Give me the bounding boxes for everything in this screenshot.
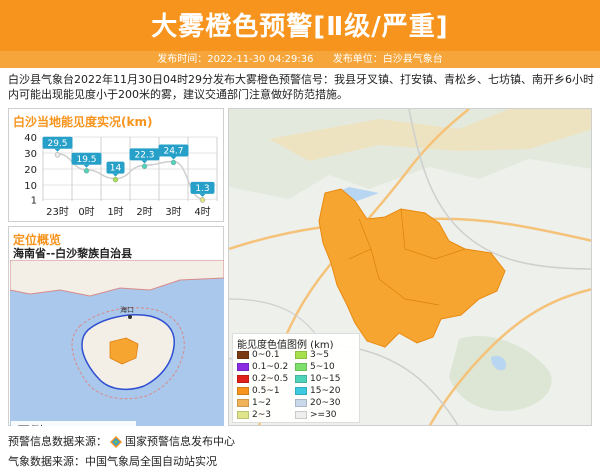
data-point (141, 163, 148, 170)
y-tick-label: 40 (24, 133, 37, 144)
haikou-marker-icon (128, 315, 132, 319)
legend-color-swatch (295, 398, 307, 407)
visibility-chart: 1 10 20 30 40 23时 0时 1时 2时 3时 4时 29.5 19.5 14 22.3 24.7… (24, 133, 218, 218)
legend-color-swatch (237, 350, 249, 359)
data-label-pointer (112, 173, 119, 177)
terrain-patch-south (449, 335, 552, 412)
data-point (112, 176, 119, 183)
overview-legend-title: 图例 (17, 421, 43, 426)
y-tick-label: 30 (24, 149, 37, 160)
legend-color-swatch (295, 410, 307, 419)
legend-range-label: 0.5~1 (252, 386, 280, 396)
data-point (83, 168, 90, 174)
legend-color-swatch (237, 374, 249, 383)
legend-range-label: 0.2~0.5 (252, 374, 289, 384)
footer-source-warning: 预警信息数据来源： 国家预警信息发布中心 (8, 433, 235, 449)
warning-title: 大雾橙色预警[Ⅱ级/严重] (151, 12, 449, 42)
x-tick-label: 2时 (136, 206, 152, 218)
legend-range-label: 2~3 (252, 410, 271, 420)
legend-color-swatch (295, 374, 307, 383)
visibility-legend-item: 15~20 (295, 386, 340, 396)
location-subtitle: 海南省--白沙黎族自治县 (13, 247, 133, 260)
x-tick-label: 1时 (107, 206, 123, 218)
overview-legend: 图例 国界 省界 (11, 421, 136, 426)
legend-color-swatch (295, 350, 307, 359)
data-label-pointer (141, 160, 148, 164)
legend-range-label: 20~30 (310, 398, 341, 408)
x-tick-label: 3时 (165, 206, 181, 218)
visibility-legend-item: 5~10 (295, 362, 335, 372)
diamond-logo-icon (110, 436, 122, 448)
data-label: 1.3 (195, 184, 209, 194)
visibility-legend-item: 0.2~0.5 (237, 374, 288, 384)
warning-description: 白沙县气象台2022年11月30日04时29分发布大雾橙色预警信号：我县牙叉镇、… (8, 73, 594, 101)
visibility-legend-item: 20~30 (295, 398, 340, 408)
legend-range-label: 3~5 (310, 350, 329, 360)
visibility-legend-item: 0~0.1 (237, 350, 280, 360)
data-label-pointer (83, 164, 90, 168)
x-tick-label: 23时 (46, 206, 69, 218)
legend-color-swatch (237, 410, 249, 419)
publish-time: 发布时间：2022-11-30 04:29:36 (157, 54, 314, 65)
warning-header: 大雾橙色预警[Ⅱ级/严重] 发布时间：2022-11-30 04:29:36 发… (0, 0, 600, 68)
legend-range-label: 0~0.1 (252, 350, 280, 360)
source-warning-prefix: 预警信息数据来源： (8, 435, 107, 448)
publish-unit: 发布单位：白沙县气象台 (332, 54, 443, 65)
x-tick-label: 4时 (194, 206, 210, 218)
legend-color-swatch (237, 362, 249, 371)
visibility-legend-item: 3~5 (295, 350, 329, 360)
source-warning-name[interactable]: 国家预警信息发布中心 (125, 435, 235, 448)
data-point (199, 197, 206, 203)
data-label: 22.3 (134, 150, 154, 160)
legend-range-label: 1~2 (252, 398, 271, 408)
legend-range-label: 10~15 (310, 374, 341, 384)
visibility-legend-title: 能见度色值图例 (km) (237, 340, 334, 351)
y-tick-label: 10 (24, 181, 37, 192)
data-label-pointer (54, 148, 61, 152)
legend-range-label: 5~10 (310, 362, 335, 372)
legend-color-swatch (237, 386, 249, 395)
y-tick-label: 20 (24, 165, 37, 176)
data-label: 14 (110, 164, 122, 174)
overview-map-graphic: 海口 (10, 260, 224, 400)
x-tick-label: 0时 (78, 206, 94, 218)
visibility-legend-item: 0.1~0.2 (237, 362, 288, 372)
warning-area-shape (318, 188, 506, 348)
visibility-legend-item: 10~15 (295, 374, 340, 384)
legend-color-swatch (295, 362, 307, 371)
legend-range-label: >=30 (310, 410, 337, 420)
mainland-shape (10, 260, 224, 297)
haikou-label: 海口 (120, 305, 134, 314)
data-label: 24.7 (163, 146, 183, 156)
legend-color-swatch (237, 398, 249, 407)
visibility-color-legend: 能见度色值图例 (km) 0~0.1 3~5 0.1~0.2 5~10 0.2~0.5 1… (232, 333, 360, 423)
warning-meta-bar: 发布时间：2022-11-30 04:29:36 发布单位：白沙县气象台 (0, 51, 600, 68)
legend-range-label: 0.1~0.2 (252, 362, 289, 372)
data-point (170, 159, 177, 166)
y-tick-label: 1 (31, 195, 37, 206)
visibility-panel: 白沙当地能见度实况(km) 1 10 20 30 40 23时 0时 1时 2时 3时 4时 29.5… (8, 108, 224, 222)
data-label: 29.5 (47, 139, 67, 149)
visibility-legend-item: 2~3 (237, 410, 271, 420)
data-label-pointer (170, 156, 177, 160)
data-label-pointer (199, 193, 206, 197)
data-label: 19.5 (76, 155, 96, 165)
overview-map[interactable]: 海口 图例 国界 省界 (10, 260, 224, 426)
visibility-legend-item: 1~2 (237, 398, 271, 408)
legend-range-label: 15~20 (310, 386, 341, 396)
visibility-legend-item: >=30 (295, 410, 337, 420)
data-point (54, 152, 61, 158)
legend-color-swatch (295, 386, 307, 395)
visibility-legend-item: 0.5~1 (237, 386, 280, 396)
footer-source-weather: 气象数据来源：中国气象局全国自动站实况 (8, 455, 217, 468)
location-panel: 定位概览 海南省--白沙黎族自治县 海口 图例 国界 省界 (8, 226, 224, 426)
